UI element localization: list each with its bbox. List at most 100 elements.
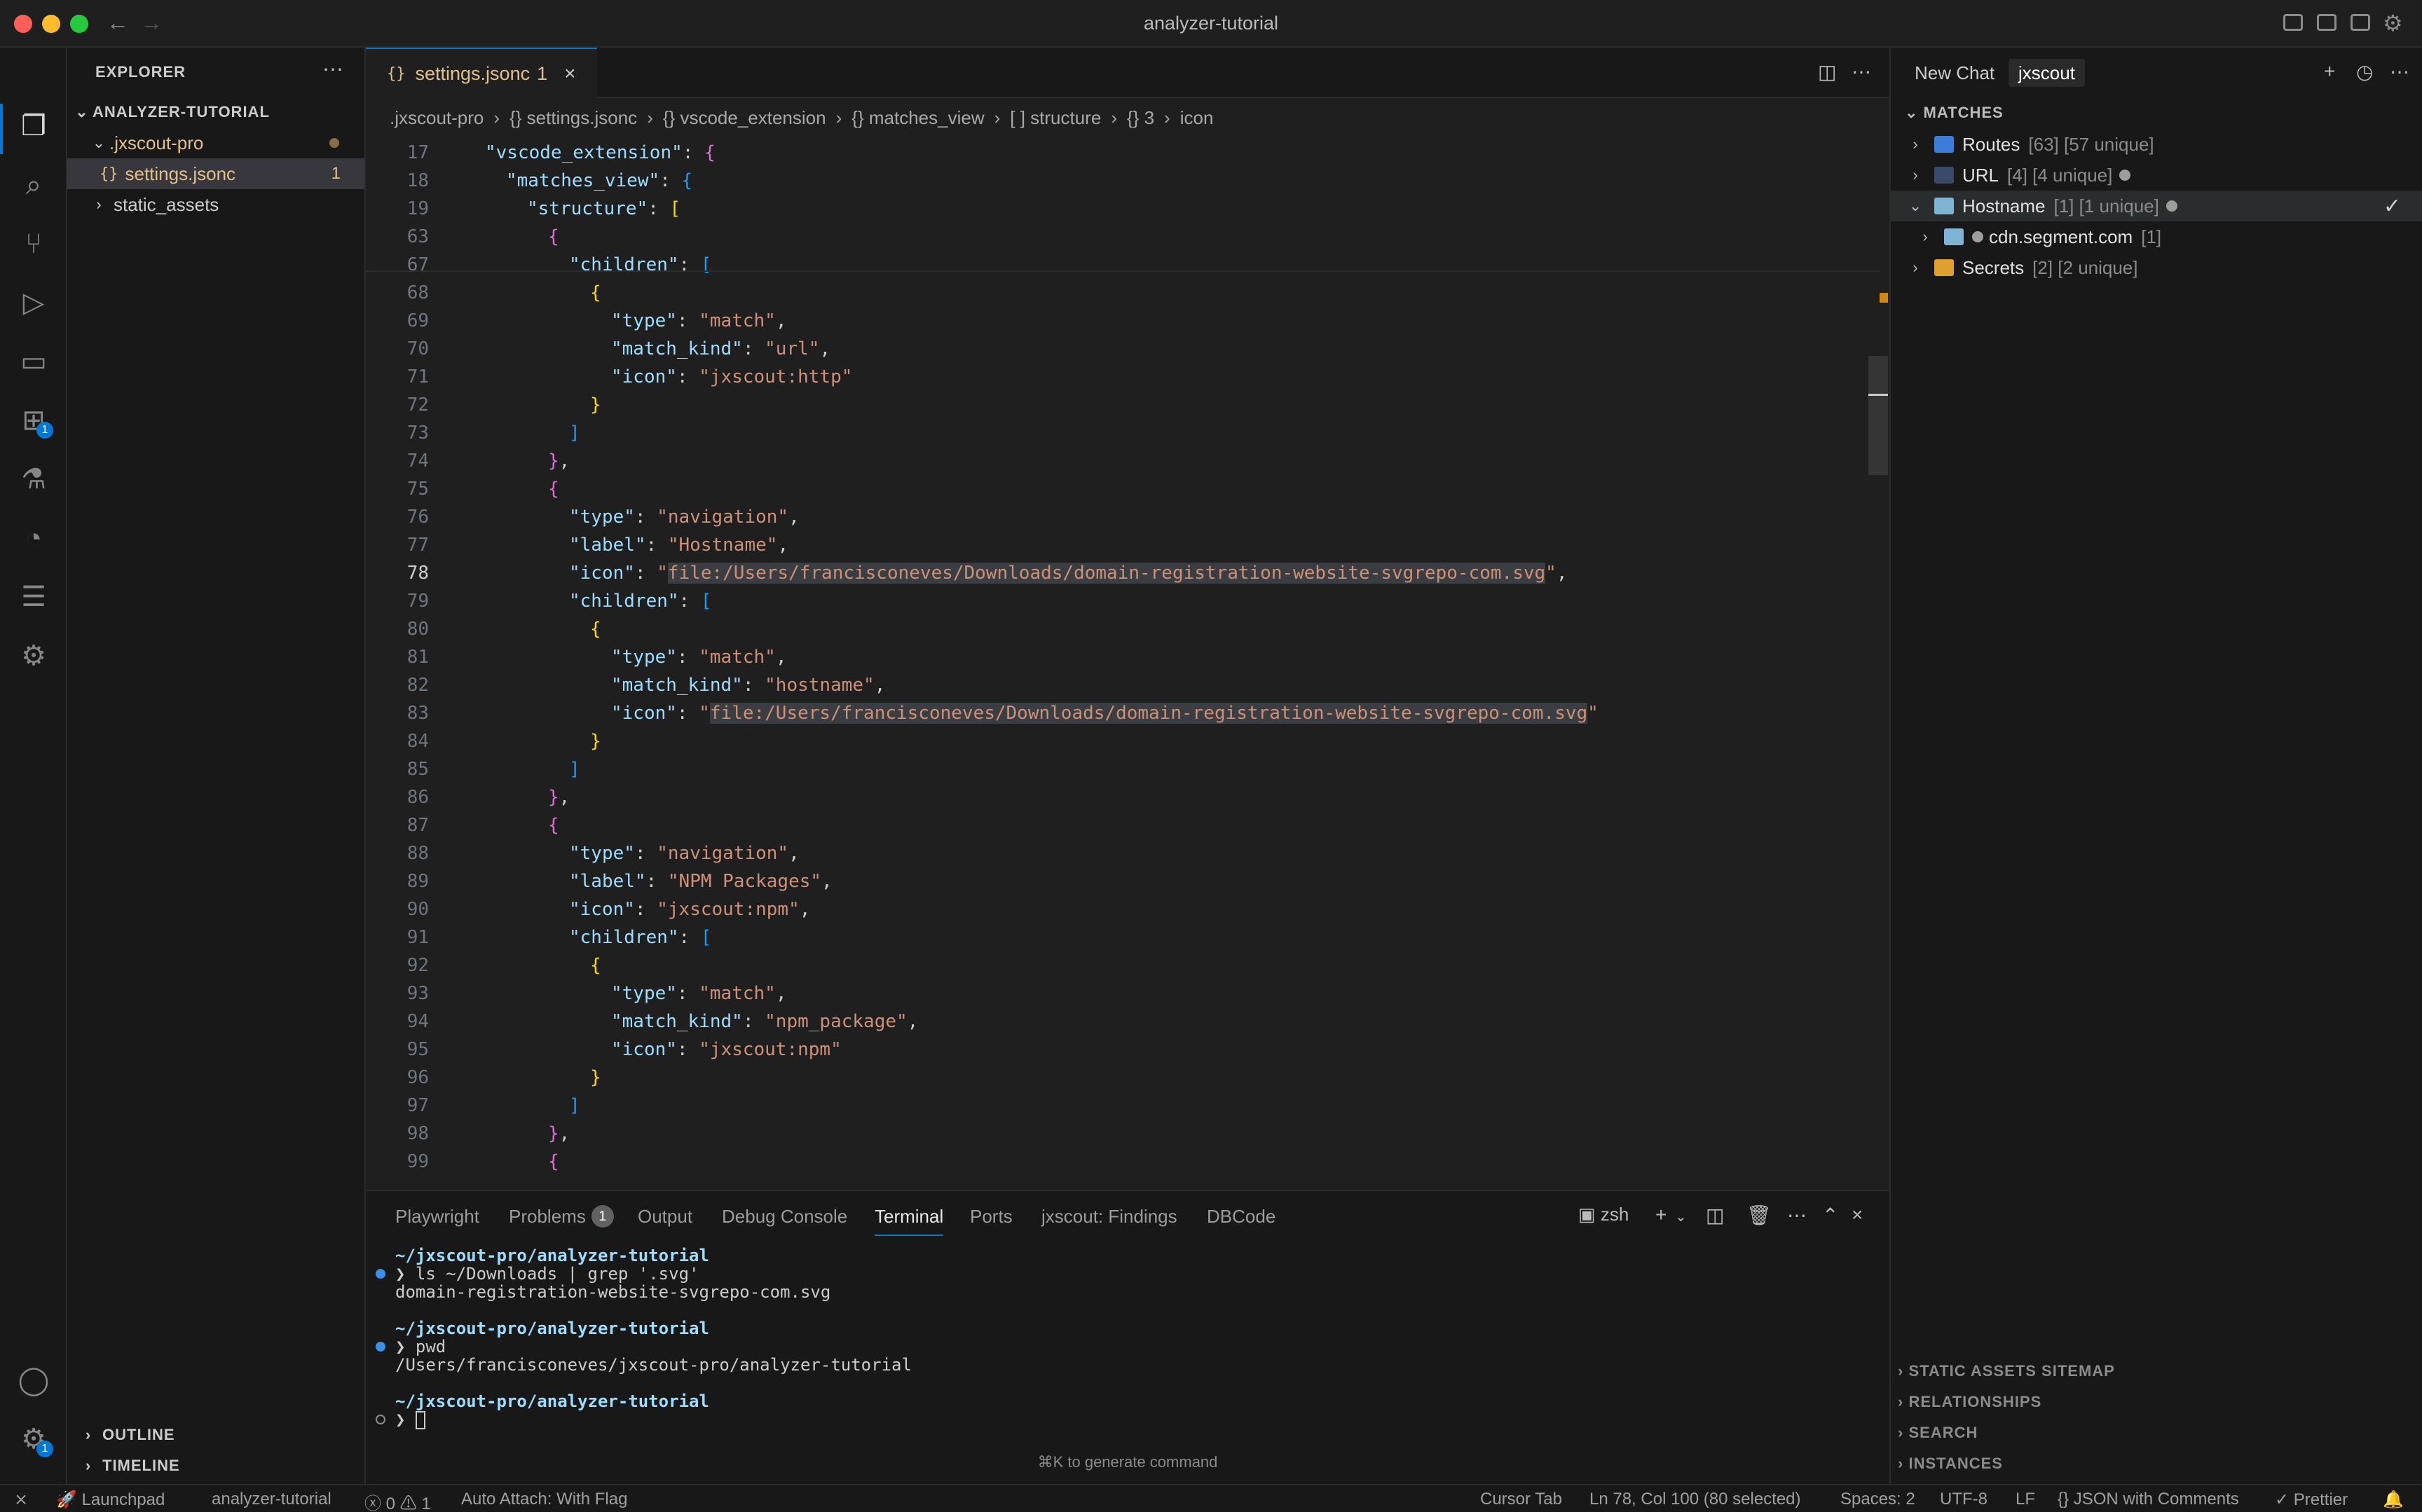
outline-section[interactable]: › OUTLINE [67,1421,364,1449]
command-decoration-dot[interactable] [376,1269,385,1279]
code-line[interactable]: 71 "icon": "jxscout:http" [366,363,1873,391]
more-actions-icon[interactable]: ⋯ [322,57,343,82]
tab-jxscout-findings[interactable]: jxscout: Findings [1041,1201,1177,1232]
section-header[interactable]: › INSTANCES [1898,1455,2003,1473]
code-line[interactable]: 81 "type": "match", [366,643,1873,671]
code-line[interactable]: 89 "label": "NPM Packages", [366,867,1873,895]
git-graph-icon[interactable]: ◔ [14,518,53,558]
trash-icon[interactable]: 🗑 [1746,1204,1772,1227]
tree-item-static-assets[interactable]: › static_assets [67,189,364,220]
tab-ports[interactable]: Ports [970,1201,1013,1232]
auto-attach-item[interactable]: Auto Attach: With Flag [461,1490,627,1509]
breadcrumb-item[interactable]: {} 3 [1127,107,1154,129]
add-icon[interactable]: + [2324,60,2335,83]
database-icon[interactable]: ☰ [14,577,53,617]
timeline-section[interactable]: › TIMELINE [67,1452,364,1480]
chevron-down-icon[interactable]: ⌄ [1675,1208,1687,1225]
code-line[interactable]: 87 { [366,811,1873,839]
matches-item[interactable]: › Secrets [2] [2 unique] [1891,252,2422,283]
code-line[interactable]: 70 "match_kind": "url", [366,335,1873,363]
breadcrumb-item[interactable]: icon [1180,107,1214,129]
code-line[interactable]: 75 { [366,475,1873,503]
source-control-icon[interactable]: ⑂ [14,224,53,263]
code-line[interactable]: 76 "type": "navigation", [366,503,1873,531]
manage-gear-icon[interactable]: ⚙ 1 [14,1420,53,1459]
code-view[interactable]: 17 "vscode_extension": {18 "matches_view":… [366,139,1880,1181]
split-editor-icon[interactable]: ◫ [1818,60,1836,83]
matches-item[interactable]: › cdn.segment.com [1] [1891,221,2422,252]
code-line[interactable]: 17 "vscode_extension": { [366,139,1873,167]
notifications-bell-icon[interactable]: 🔔 [2383,1490,2404,1510]
check-icon[interactable]: ✓ [2383,194,2401,219]
language-item[interactable]: {} JSON with Comments [2058,1490,2239,1509]
explorer-icon[interactable]: ❐ [14,106,53,146]
code-line[interactable]: 82 "match_kind": "hostname", [366,671,1873,699]
breadcrumb-item[interactable]: {} vscode_extension [663,107,826,129]
section-header[interactable]: › SEARCH [1898,1424,1978,1442]
code-line[interactable]: 99 { [366,1148,1873,1176]
jxscout-icon[interactable]: ⚙ [14,636,53,675]
split-terminal-icon[interactable]: ◫ [1706,1204,1724,1227]
code-line[interactable]: 18 "matches_view": { [366,167,1873,195]
matches-item[interactable]: › Routes [63] [57 unique] [1891,129,2422,160]
section-header[interactable]: › STATIC ASSETS SITEMAP [1898,1362,2115,1380]
new-terminal-icon[interactable]: + [1655,1204,1667,1226]
history-icon[interactable]: ◷ [2356,60,2373,83]
code-line[interactable]: 92 { [366,951,1873,980]
eol-item[interactable]: LF [2016,1490,2035,1509]
prettier-item[interactable]: ✓ Prettier [2275,1490,2348,1510]
search-icon[interactable]: ⌕ [14,165,53,205]
breadcrumb-item[interactable]: {} matches_view [851,107,984,129]
code-line[interactable]: 69 "type": "match", [366,307,1873,335]
toggle-secondary-sidebar-icon[interactable] [2351,14,2370,31]
account-icon[interactable]: ◯ [14,1361,53,1400]
cursor-position-item[interactable]: Ln 78, Col 100 (80 selected) [1589,1490,1801,1509]
remote-icon[interactable]: ⨯ [14,1490,28,1510]
code-line[interactable]: 68 { [366,279,1873,307]
breadcrumb-item[interactable]: [ ] structure [1010,107,1101,129]
code-line[interactable]: 72} [366,391,1873,419]
tab-playwright[interactable]: Playwright [395,1201,479,1232]
tab-dbcode[interactable]: DBCode [1207,1201,1275,1232]
settings-gear-icon[interactable]: ⚙ [2383,10,2403,36]
matches-section-title[interactable]: ⌄ MATCHES [1905,104,2004,122]
close-panel-icon[interactable]: × [1852,1204,1863,1226]
code-line[interactable]: 63 { [366,223,1873,251]
tab-settings-jsonc[interactable]: {} settings.jsonc 1 × [366,48,597,98]
matches-item[interactable]: › URL [4] [4 unique] [1891,160,2422,191]
toggle-panel-icon[interactable] [2317,14,2337,31]
extensions-icon[interactable]: ⊞ 1 [14,401,53,440]
tree-item-settings-jsonc[interactable]: {} settings.jsonc 1 [67,158,364,189]
indentation-item[interactable]: Spaces: 2 [1840,1490,1915,1509]
code-line[interactable]: 84} [366,727,1873,755]
breadcrumb-item[interactable]: .jxscout-pro [390,107,484,129]
section-header[interactable]: › RELATIONSHIPS [1898,1393,2041,1411]
code-line[interactable]: 67 "children": [ [366,251,1873,279]
code-line[interactable]: 85] [366,755,1873,783]
code-line[interactable]: 98}, [366,1120,1873,1148]
workspace-root[interactable]: ⌄ ANALYZER-TUTORIAL [67,97,364,128]
code-line[interactable]: 91 "children": [ [366,923,1873,951]
more-actions-icon[interactable]: ⋯ [1852,60,1871,83]
problems-item[interactable]: ⓧ 0 ⚠ 1 [364,1490,431,1512]
more-actions-icon[interactable]: ⋯ [2390,60,2409,83]
editor-scrollbar[interactable] [1868,356,1888,475]
cursor-tab-item[interactable]: Cursor Tab [1480,1490,1562,1509]
code-line[interactable]: 78 "icon": "file:/Users/francisconeves/Do… [366,559,1873,587]
remote-explorer-icon[interactable]: ▭ [14,342,53,381]
tab-terminal[interactable]: Terminal [875,1201,944,1236]
breadcrumb-item[interactable]: {} settings.jsonc [509,107,637,129]
launchpad-item[interactable]: 🚀 Launchpad [56,1490,165,1510]
tab-jxscout[interactable]: jxscout [2009,59,2085,87]
tree-item-jxscout-pro[interactable]: ⌄ .jxscout-pro [67,128,364,158]
code-line[interactable]: 80 { [366,615,1873,643]
code-line[interactable]: 83 "icon": "file:/Users/francisconeves/Do… [366,699,1873,727]
more-actions-icon[interactable]: ⋯ [1787,1204,1807,1227]
toggle-sidebar-icon[interactable] [2283,14,2303,31]
matches-item[interactable]: ⌄ Hostname [1] [1 unique] ✓ [1891,191,2422,221]
workspace-item[interactable]: analyzer-tutorial [212,1490,331,1509]
tab-new-chat[interactable]: New Chat [1905,59,2004,87]
code-line[interactable]: 90 "icon": "jxscout:npm", [366,895,1873,923]
code-line[interactable]: 94 "match_kind": "npm_package", [366,1008,1873,1036]
code-line[interactable]: 19 "structure": [ [366,195,1873,223]
